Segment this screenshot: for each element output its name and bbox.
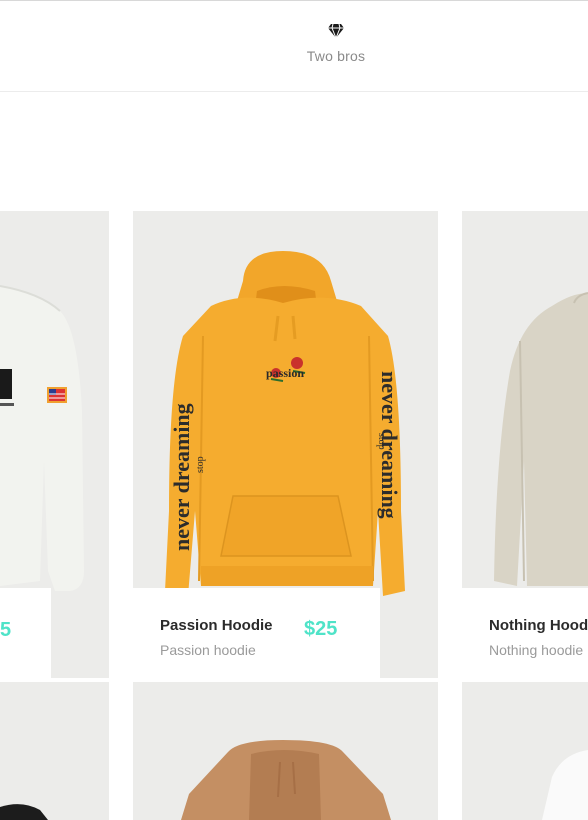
brand-name: Two bros (306, 48, 366, 64)
product-price: $25 (304, 618, 338, 640)
product-price: 5 (0, 619, 12, 641)
product-name: Nothing Hood (489, 617, 588, 634)
product-image-tan-hoodie[interactable] (133, 682, 438, 820)
left-sleeve-print: never dreaming (169, 403, 194, 551)
right-sleeve-small-print: stop (376, 433, 387, 450)
product-name: Passion Hoodie (160, 617, 273, 634)
product-info-card[interactable]: 5 (0, 588, 51, 678)
product-image-white-hoodie[interactable] (462, 682, 588, 820)
product-subtitle: Nothing hoodie (489, 642, 584, 658)
diamond-icon (328, 23, 344, 39)
product-image-black-hoodie[interactable] (0, 682, 109, 820)
top-navigation-bar: Two bros (0, 0, 588, 92)
left-sleeve-small-print: stop (195, 456, 206, 473)
product-info-card[interactable]: Nothing Hood Nothing hoodie (462, 588, 588, 678)
product-info-card[interactable]: Passion Hoodie Passion hoodie $25 (133, 588, 380, 678)
brand-logo-link[interactable]: Two bros (296, 23, 376, 64)
chest-print-text: passion (266, 366, 304, 380)
product-subtitle: Passion hoodie (160, 642, 256, 658)
